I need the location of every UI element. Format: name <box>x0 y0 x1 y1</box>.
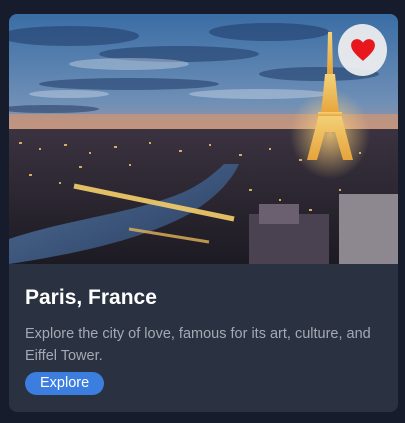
destination-card: Paris, France Explore the city of love, … <box>9 14 398 412</box>
explore-button[interactable]: Explore <box>25 372 105 395</box>
favorite-button[interactable] <box>338 24 387 76</box>
destination-title: Paris, France <box>25 286 157 309</box>
destination-description: Explore the city of love, famous for its… <box>25 326 371 364</box>
heart-icon <box>350 39 375 61</box>
